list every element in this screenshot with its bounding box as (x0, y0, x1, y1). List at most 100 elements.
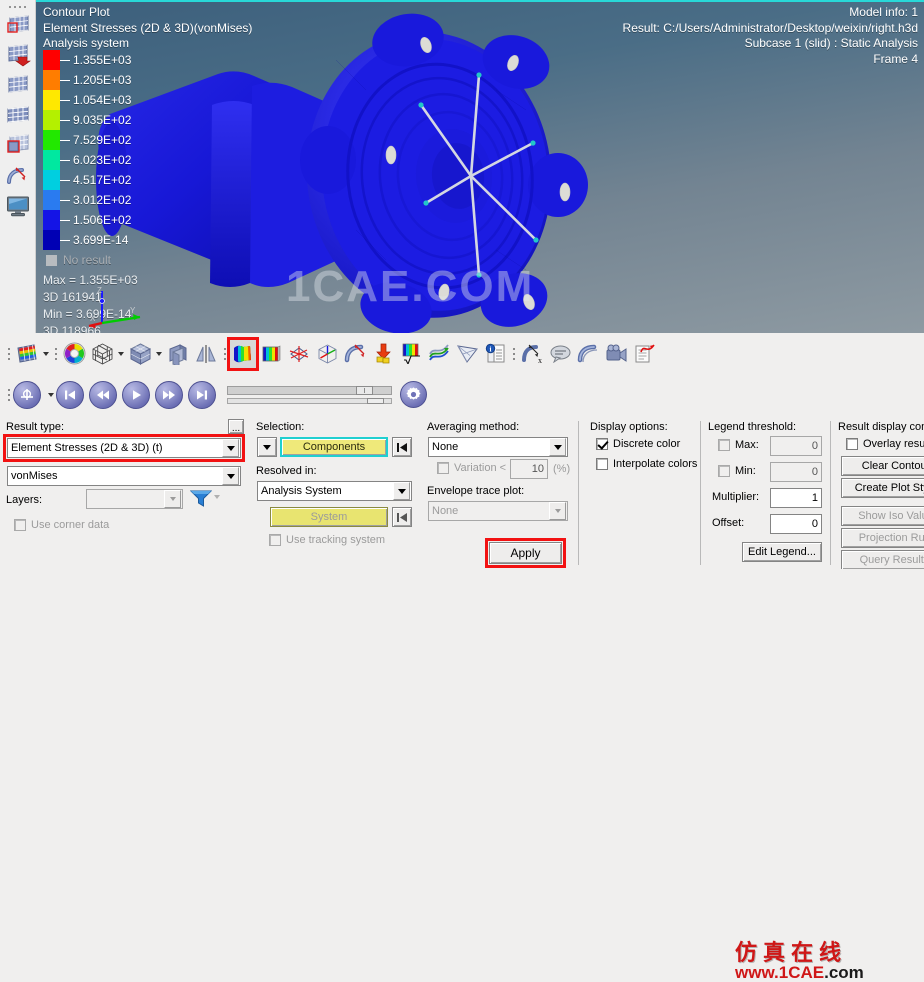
legend-max-field[interactable]: 0 (770, 436, 822, 456)
offset-field[interactable]: 0 (770, 514, 822, 534)
result-component-combo-arrow[interactable] (222, 467, 239, 485)
use-tracking-system-checkbox[interactable]: Use tracking system (269, 534, 385, 546)
iso-value-bars-icon[interactable] (257, 339, 285, 369)
legend-max-checkbox[interactable]: Max: (718, 439, 759, 451)
notes-icon[interactable]: i (481, 339, 509, 369)
result-component-combo[interactable]: vonMises (7, 466, 241, 486)
animation-mode-button[interactable] (13, 380, 41, 409)
animation-mode-dropdown-caret[interactable] (46, 380, 56, 410)
animation-speed-slider-knob[interactable] (356, 385, 373, 395)
clear-contour-button[interactable]: Clear Contour (841, 456, 924, 476)
page-layout-single-icon[interactable] (0, 11, 36, 41)
shaded-cube-icon[interactable] (126, 339, 154, 369)
apply-load-arrow-icon[interactable] (369, 339, 397, 369)
page-layout-four-icon[interactable] (0, 101, 36, 131)
use-tracking-system-box[interactable] (269, 534, 281, 546)
legend-min-box[interactable] (718, 465, 730, 477)
annotation-speech-icon[interactable] (546, 339, 574, 369)
selection-entity-button[interactable]: Components (280, 437, 388, 457)
selection-mode-arrow-button[interactable] (257, 437, 277, 457)
video-capture-icon[interactable] (602, 339, 630, 369)
selection-system-button[interactable]: System (270, 507, 388, 527)
measure-x-icon[interactable]: x (518, 339, 546, 369)
free-body-cube-axes-icon[interactable] (313, 339, 341, 369)
use-corner-data-checkbox[interactable]: Use corner data (14, 519, 109, 531)
step-forward-button[interactable] (155, 380, 183, 409)
mask-wireframe-icon[interactable] (88, 339, 116, 369)
mask-dropdown-caret[interactable] (116, 339, 126, 369)
apply-button[interactable]: Apply (485, 538, 566, 568)
overlay-result-checkbox[interactable]: Overlay resul (846, 438, 924, 450)
report-curve-icon[interactable] (630, 339, 658, 369)
legend-min-field[interactable]: 0 (770, 462, 822, 482)
animation-frame-slider[interactable] (227, 397, 392, 404)
derived-result-sqrt-icon[interactable] (397, 339, 425, 369)
legend-band: 1.205E+03 (43, 70, 138, 90)
page-layout-two-icon[interactable] (0, 71, 36, 101)
legend-min-checkbox[interactable]: Min: (718, 465, 756, 477)
iso-surface-icon[interactable] (453, 339, 481, 369)
legend-max-box[interactable] (718, 439, 730, 451)
contour-icon[interactable] (227, 336, 259, 371)
layers-combo[interactable] (86, 489, 183, 509)
streamlines-icon[interactable] (425, 339, 453, 369)
section-cut-icon[interactable] (164, 339, 192, 369)
legend-tick (60, 139, 70, 141)
contour-plot-result: Element Stresses (2D & 3D)(vonMises) (43, 20, 253, 35)
mirror-reflect-icon[interactable] (192, 339, 220, 369)
projection-rule-button[interactable]: Projection Rule (841, 528, 924, 548)
contour-plot-toolbar-icon[interactable] (13, 339, 41, 369)
selection-system-reset-button[interactable] (392, 507, 412, 527)
multiplier-field[interactable]: 1 (770, 488, 822, 508)
averaging-method-combo-arrow[interactable] (549, 438, 566, 456)
first-frame-button[interactable] (56, 380, 84, 409)
layers-filter-caret[interactable] (214, 495, 220, 499)
averaging-method-combo[interactable]: None (428, 437, 568, 457)
contour-plot-dropdown-caret[interactable] (41, 339, 51, 369)
results-browser-icon[interactable] (0, 161, 36, 191)
animation-frame-slider-knob[interactable] (367, 397, 384, 404)
overlay-result-label: Overlay resul (863, 438, 924, 450)
use-corner-data-box[interactable] (14, 519, 26, 531)
result-type-combo[interactable]: Element Stresses (2D & 3D) (t) (3, 434, 245, 462)
interpolate-colors-box[interactable] (596, 458, 608, 470)
selection-reset-button[interactable] (392, 437, 412, 457)
show-iso-value-button[interactable]: Show Iso Value (841, 506, 924, 526)
result-type-browse-button[interactable]: ... (228, 419, 244, 434)
color-wheel-icon[interactable] (60, 339, 88, 369)
create-plot-style-button[interactable]: Create Plot Style (841, 478, 924, 498)
layers-filter-icon[interactable] (190, 489, 212, 507)
discrete-color-checkbox[interactable]: Discrete color (596, 438, 680, 450)
layers-combo-arrow[interactable] (164, 490, 181, 508)
page-layout-active-window-icon[interactable] (0, 131, 36, 161)
animation-settings-button[interactable] (400, 381, 427, 408)
deformed-shape-icon[interactable] (341, 339, 369, 369)
last-frame-button[interactable] (188, 380, 216, 409)
result-type-combo-arrow[interactable] (222, 439, 239, 457)
edit-legend-button[interactable]: Edit Legend... (742, 542, 822, 562)
toolbar-drag-grip[interactable] (0, 0, 35, 11)
envelope-trace-plot-combo[interactable]: None (428, 501, 568, 521)
variation-checkbox[interactable]: Variation < (437, 462, 506, 474)
step-back-button[interactable] (89, 380, 117, 409)
play-button[interactable] (122, 380, 150, 409)
query-results-button[interactable]: Query Results. (841, 550, 924, 569)
deformed-result-icon[interactable] (574, 339, 602, 369)
shaded-dropdown-caret[interactable] (154, 339, 164, 369)
variation-value-field[interactable]: 10 (510, 459, 548, 479)
resolved-in-combo-arrow[interactable] (393, 482, 410, 500)
graphics-viewport[interactable]: 1CAE.COM Contour Plot Element Stresses (… (36, 0, 924, 333)
envelope-trace-plot-combo-arrow[interactable] (549, 502, 566, 520)
page-layout-import-icon[interactable] (0, 41, 36, 71)
resolved-in-combo[interactable]: Analysis System (257, 481, 412, 501)
interpolate-colors-checkbox[interactable]: Interpolate colors (596, 458, 697, 470)
animation-speed-slider[interactable] (227, 385, 392, 395)
tensor-icon[interactable] (285, 339, 313, 369)
results-toolbar-grip[interactable] (4, 341, 13, 367)
animation-toolbar-grip[interactable] (4, 382, 13, 408)
overlay-result-box[interactable] (846, 438, 858, 450)
variation-box[interactable] (437, 462, 449, 474)
legend-swatch (43, 210, 60, 230)
discrete-color-box[interactable] (596, 438, 608, 450)
display-monitor-icon[interactable] (0, 191, 36, 221)
